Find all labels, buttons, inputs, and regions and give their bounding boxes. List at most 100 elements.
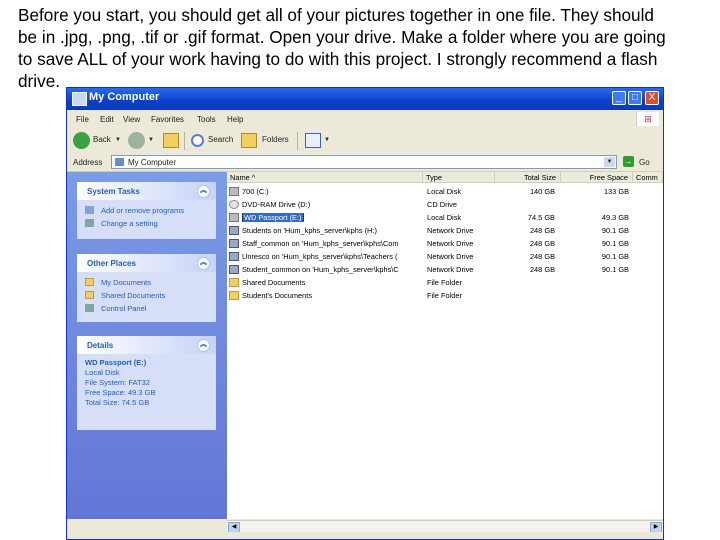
details-free-space: Free Space: 49.3 GB [85,388,156,397]
toolbar-separator [297,132,298,150]
file-row[interactable]: Unresco on 'Hum_kphs_server\kphs\Teacher… [227,250,663,263]
hard-drive-icon [229,187,239,196]
place-label: Shared Documents [101,291,166,300]
menu-edit[interactable]: Edit [100,115,114,124]
task-add-remove-programs[interactable]: Add or remove programs [85,204,208,217]
control-panel-icon [85,304,94,312]
file-row[interactable]: 700 (C:) Local Disk 140 GB 133 GB [227,185,663,198]
details-total-size: Total Size: 74.5 GB [85,398,150,407]
back-dropdown-icon[interactable]: ▼ [115,137,121,143]
task-change-setting[interactable]: Change a setting [85,217,208,230]
place-my-documents[interactable]: My Documents [85,276,208,289]
file-total: 248 GB [529,265,555,274]
file-row[interactable]: Students on 'Hum_kphs_server\kphs (H:) N… [227,224,663,237]
panel-title: Details [87,341,114,350]
file-free: 90.1 GB [601,239,629,248]
go-arrow-icon[interactable]: → [623,156,634,167]
views-icon[interactable] [305,133,321,148]
status-area [67,532,663,539]
panel-title: Other Places [87,259,136,268]
toolbar-separator [184,132,185,150]
folder-up-icon[interactable] [163,133,179,148]
menu-view[interactable]: View [123,115,140,124]
go-button[interactable]: Go [639,158,650,167]
file-free: 133 GB [603,187,629,196]
file-total: 74.5 GB [527,213,555,222]
file-row[interactable]: DVD-RAM Drive (D:) CD Drive [227,198,663,211]
folder-icon [85,291,94,299]
folders-icon[interactable] [241,133,257,148]
collapse-icon[interactable]: ︽ [197,339,210,352]
column-header-comments[interactable]: Comm [633,172,663,183]
file-type: Network Drive [427,239,474,248]
panel-title: System Tasks [87,187,140,196]
file-free: 90.1 GB [601,252,629,261]
title-bar[interactable]: My Computer _ □ X [67,88,663,110]
back-button[interactable]: Back [93,135,111,144]
file-row[interactable]: Shared Documents File Folder [227,276,663,289]
file-type: Local Disk [427,187,462,196]
other-places-header[interactable]: Other Places ︽ [77,254,216,272]
place-control-panel[interactable]: Control Panel [85,302,208,315]
file-type: CD Drive [427,200,457,209]
file-row[interactable]: Student's Documents File Folder [227,289,663,302]
column-header-name[interactable]: Name ^ [227,172,423,183]
close-button[interactable]: X [645,91,659,105]
file-type: Network Drive [427,265,474,274]
file-row[interactable]: Student_common on 'Hum_kphs_server\kphs\… [227,263,663,276]
address-input[interactable]: My Computer ▼ [111,155,617,169]
search-button[interactable]: Search [208,135,233,144]
folder-icon [85,278,94,286]
network-drive-icon [229,226,239,235]
menu-tools[interactable]: Tools [197,115,216,124]
file-free: 90.1 GB [601,226,629,235]
column-header-total-size[interactable]: Total Size [495,172,561,183]
file-name: 700 (C:) [242,187,269,196]
programs-icon [85,206,94,214]
task-pane: System Tasks ︽ Add or remove programs Ch… [67,172,227,519]
details-header[interactable]: Details ︽ [77,336,216,354]
sort-arrow-icon: ^ [251,173,256,182]
explorer-window: My Computer _ □ X File Edit View Favorit… [66,87,664,540]
control-panel-icon [85,219,94,227]
file-row-selected[interactable]: WD Passport (E:) Local Disk 74.5 GB 49.3… [227,211,663,224]
task-label: Change a setting [101,219,158,228]
caption-line: be in .jpg, .png, .tif or .gif format. O… [18,27,666,47]
menu-help[interactable]: Help [227,115,243,124]
file-list: Name ^ Type Total Size Free Space Comm 7… [227,172,663,519]
menu-file[interactable]: File [76,115,89,124]
task-label: Add or remove programs [101,206,184,215]
instruction-text: Before you start, you should get all of … [18,4,714,92]
forward-dropdown-icon[interactable]: ▼ [148,137,154,143]
address-bar: Address My Computer ▼ → Go [67,154,663,172]
collapse-icon[interactable]: ︽ [197,257,210,270]
system-tasks-header[interactable]: System Tasks ︽ [77,182,216,200]
file-name: Student_common on 'Hum_kphs_server\kphs\… [242,265,399,274]
file-name: Student's Documents [242,291,313,300]
maximize-button[interactable]: □ [628,91,642,105]
place-shared-documents[interactable]: Shared Documents [85,289,208,302]
file-row[interactable]: Staff_common on 'Hum_kphs_server\kphs\Co… [227,237,663,250]
back-arrow-icon[interactable] [73,132,90,149]
search-icon[interactable] [191,134,204,147]
forward-arrow-icon[interactable] [128,132,145,149]
file-total: 248 GB [529,239,555,248]
system-tasks-panel: System Tasks ︽ Add or remove programs Ch… [77,182,216,239]
file-name: Staff_common on 'Hum_kphs_server\kphs\Co… [242,239,399,248]
file-name: Shared Documents [242,278,306,287]
file-type: File Folder [427,291,462,300]
column-header-free-space[interactable]: Free Space [561,172,633,183]
hard-drive-icon [229,213,239,222]
folders-button[interactable]: Folders [262,135,289,144]
minimize-button[interactable]: _ [612,91,626,105]
menu-favorites[interactable]: Favorites [151,115,184,124]
views-dropdown-icon[interactable]: ▼ [324,137,330,143]
windows-logo-icon: ⊞ [636,112,659,126]
column-header-type[interactable]: Type [423,172,495,183]
menu-bar: File Edit View Favorites Tools Help ⊞ [67,110,663,129]
address-dropdown-icon[interactable]: ▼ [604,157,615,167]
network-drive-icon [229,265,239,274]
collapse-icon[interactable]: ︽ [197,185,210,198]
network-drive-icon [229,252,239,261]
details-panel: Details ︽ WD Passport (E:) Local Disk Fi… [77,336,216,430]
